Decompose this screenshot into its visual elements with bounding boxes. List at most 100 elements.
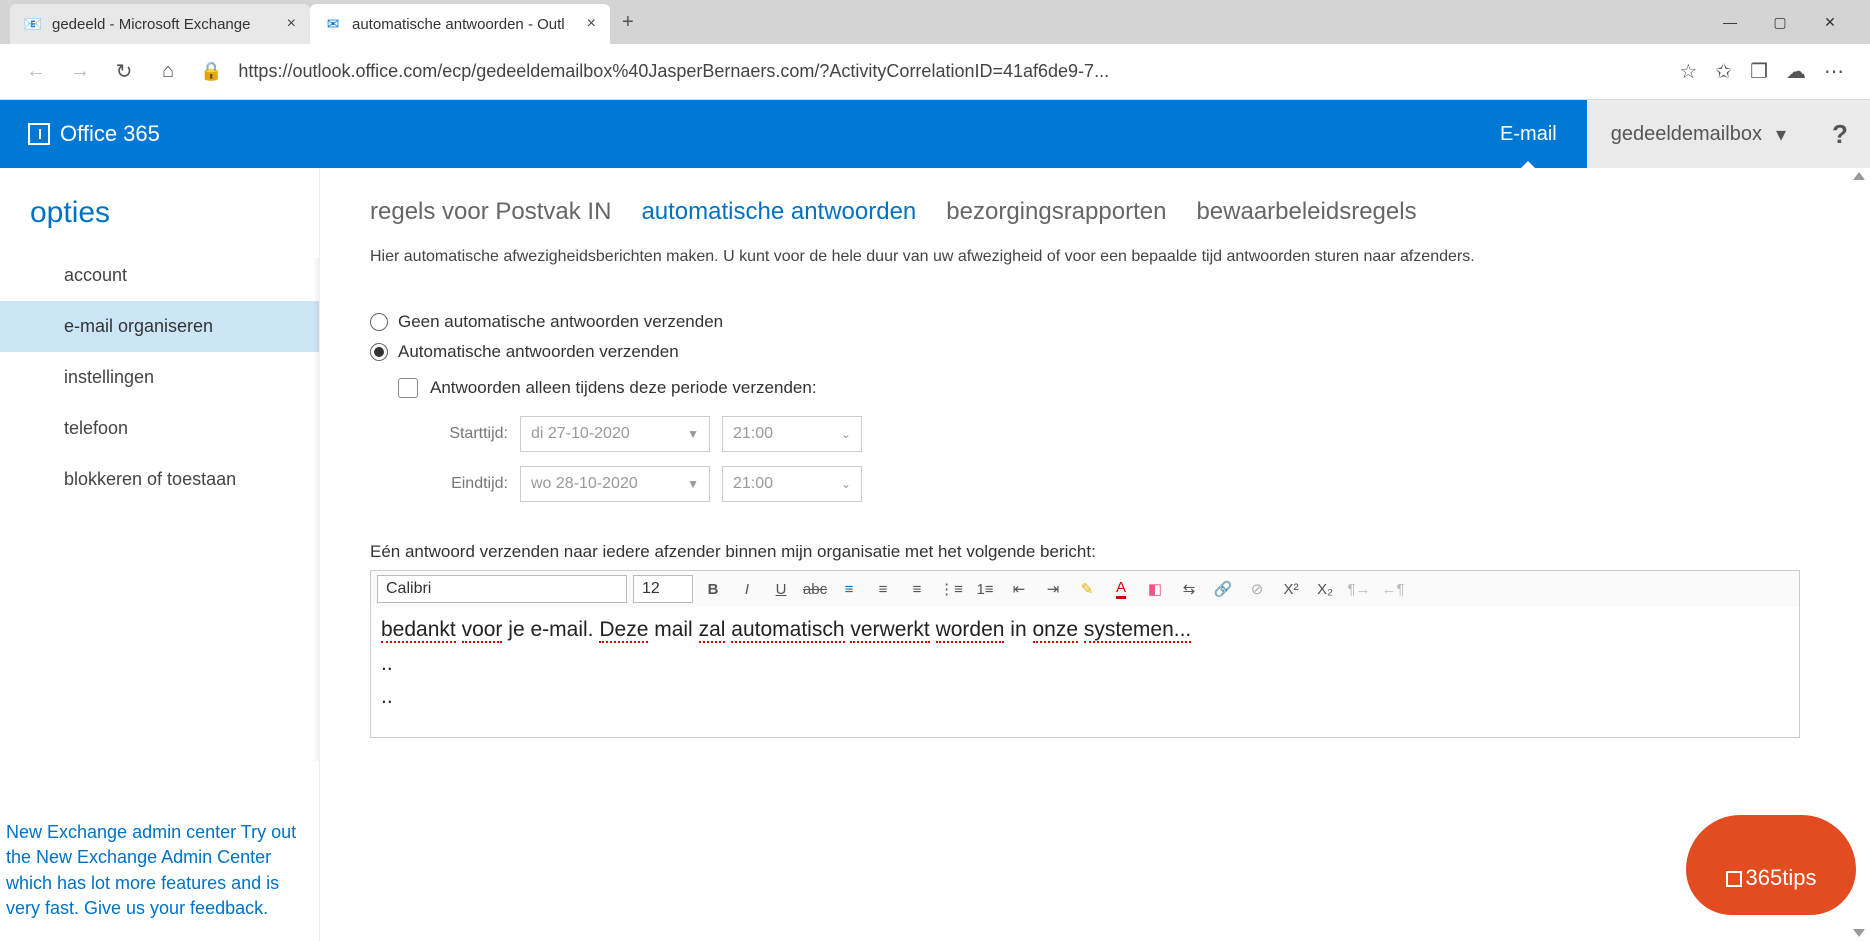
sidebar-title: opties [0, 196, 319, 250]
chevron-down-icon: ▼ [687, 477, 699, 491]
scroll-up-icon [1853, 172, 1865, 180]
radio-on[interactable]: Automatische antwoorden verzenden [370, 342, 1830, 362]
browser-tab-0[interactable]: 📧 gedeeld - Microsoft Exchange × [10, 4, 310, 44]
header-email-link[interactable]: E-mail [1470, 100, 1587, 168]
underline-button[interactable]: U [767, 575, 795, 603]
mail-favicon: 📧 [24, 15, 42, 33]
italic-button[interactable]: I [733, 575, 761, 603]
close-icon[interactable]: × [587, 15, 596, 33]
tips-badge[interactable]: 365tips [1686, 815, 1856, 915]
content-tabs: regels voor Postvak IN automatische antw… [370, 198, 1830, 226]
subscript-button[interactable]: X₂ [1311, 575, 1339, 603]
checkbox-period[interactable]: Antwoorden alleen tijdens deze periode v… [398, 378, 1830, 398]
collections-icon[interactable]: ❐ [1750, 59, 1768, 84]
tab-automatische-antwoorden[interactable]: automatische antwoorden [641, 198, 916, 226]
sidebar-scroll-indicator [313, 258, 319, 761]
more-icon[interactable]: ⋯ [1824, 59, 1844, 84]
close-icon[interactable]: × [287, 15, 296, 33]
minimize-icon[interactable]: — [1720, 14, 1740, 31]
lock-icon: 🔒 [200, 61, 222, 82]
outdent-button[interactable]: ⇤ [1005, 575, 1033, 603]
tab-bewaarbeleidsregels[interactable]: bewaarbeleidsregels [1196, 198, 1416, 226]
cloud-sync-icon[interactable]: ☁ [1786, 59, 1806, 84]
sidebar-item-account[interactable]: account [0, 250, 319, 301]
bullet-list-button[interactable]: ⋮≡ [937, 575, 965, 603]
clear-format-button[interactable]: ◧ [1141, 575, 1169, 603]
end-time-select[interactable]: 21:00 ⌄ [722, 466, 862, 502]
tab-title: gedeeld - Microsoft Exchange [52, 16, 277, 33]
chevron-down-icon: ⌄ [841, 477, 851, 491]
office365-logo[interactable]: Office 365 [0, 121, 188, 147]
maximize-icon[interactable]: ▢ [1770, 14, 1790, 31]
font-name-select[interactable]: Calibri [377, 575, 627, 603]
sidebar: opties account e-mail organiseren instel… [0, 168, 320, 941]
start-time-row: Starttijd: di 27-10-2020 ▼ 21:00 ⌄ [428, 416, 1830, 452]
indent-button[interactable]: ⇥ [1039, 575, 1067, 603]
browser-nav-bar: ← → ↻ ⌂ 🔒 https://outlook.office.com/ecp… [0, 44, 1870, 100]
sidebar-footer-link[interactable]: New Exchange admin center Try out the Ne… [6, 820, 299, 921]
font-size-select[interactable]: 12 [633, 575, 693, 603]
url-bar[interactable]: 🔒 https://outlook.office.com/ecp/gedeeld… [200, 61, 1669, 82]
brand-label: Office 365 [60, 121, 160, 147]
close-window-icon[interactable]: ✕ [1820, 14, 1840, 31]
sidebar-item-blokkeren[interactable]: blokkeren of toestaan [0, 454, 319, 505]
content-area: regels voor Postvak IN automatische antw… [320, 168, 1870, 941]
forward-button[interactable]: → [58, 50, 102, 94]
refresh-button[interactable]: ↻ [102, 50, 146, 94]
scrollbar[interactable] [1850, 168, 1868, 941]
end-date-select[interactable]: wo 28-10-2020 ▼ [520, 466, 710, 502]
sidebar-item-email-organiseren[interactable]: e-mail organiseren [0, 301, 319, 352]
editor-label: Eén antwoord verzenden naar iedere afzen… [370, 542, 1830, 562]
page-description: Hier automatische afwezigheidsberichten … [370, 248, 1830, 266]
checkbox-icon [398, 378, 418, 398]
align-center-button[interactable]: ≡ [869, 575, 897, 603]
outlook-favicon: ✉ [324, 15, 342, 33]
bold-button[interactable]: B [699, 575, 727, 603]
chevron-down-icon: ⌄ [841, 427, 851, 441]
office-icon [1726, 871, 1742, 887]
help-button[interactable]: ? [1810, 100, 1870, 168]
tab-bezorgingsrapporten[interactable]: bezorgingsrapporten [946, 198, 1166, 226]
end-label: Eindtijd: [428, 475, 508, 493]
url-text: https://outlook.office.com/ecp/gedeeldem… [238, 61, 1669, 82]
chevron-down-icon: ▼ [687, 427, 699, 441]
start-date-select[interactable]: di 27-10-2020 ▼ [520, 416, 710, 452]
insert-rule-button[interactable]: ⇆ [1175, 575, 1203, 603]
tab-strip: 📧 gedeeld - Microsoft Exchange × ✉ autom… [0, 0, 1870, 44]
rich-text-editor: Calibri 12 B I U abc ≡ ≡ ≡ ⋮≡ 1≡ ⇤ ⇥ ✎ A… [370, 570, 1800, 738]
new-tab-button[interactable]: + [610, 11, 646, 34]
scroll-down-icon [1853, 929, 1865, 937]
star-outline-icon[interactable]: ☆ [1679, 59, 1697, 84]
align-left-button[interactable]: ≡ [835, 575, 863, 603]
chevron-down-icon: ▾ [1776, 122, 1786, 147]
radio-off[interactable]: Geen automatische antwoorden verzenden [370, 312, 1830, 332]
favorites-icon[interactable]: ✩ [1715, 59, 1732, 84]
highlight-button[interactable]: ✎ [1073, 575, 1101, 603]
font-color-button[interactable]: A [1107, 575, 1135, 603]
ltr-button[interactable]: ¶→ [1345, 575, 1373, 603]
office365-header: Office 365 E-mail gedeeldemailbox ▾ ? [0, 100, 1870, 168]
header-user-menu[interactable]: gedeeldemailbox ▾ [1587, 100, 1810, 168]
editor-toolbar: Calibri 12 B I U abc ≡ ≡ ≡ ⋮≡ 1≡ ⇤ ⇥ ✎ A… [371, 571, 1799, 607]
back-button[interactable]: ← [14, 50, 58, 94]
browser-tab-1[interactable]: ✉ automatische antwoorden - Outl × [310, 4, 610, 44]
superscript-button[interactable]: X² [1277, 575, 1305, 603]
radio-icon [370, 313, 388, 331]
insert-link-button[interactable]: 🔗 [1209, 575, 1237, 603]
sidebar-item-instellingen[interactable]: instellingen [0, 352, 319, 403]
remove-link-button[interactable]: ⊘ [1243, 575, 1271, 603]
end-time-row: Eindtijd: wo 28-10-2020 ▼ 21:00 ⌄ [428, 466, 1830, 502]
office-icon [28, 123, 50, 145]
start-time-select[interactable]: 21:00 ⌄ [722, 416, 862, 452]
start-label: Starttijd: [428, 425, 508, 443]
tab-regels[interactable]: regels voor Postvak IN [370, 198, 611, 226]
editor-body[interactable]: bedankt voor je e-mail. Deze mail zal au… [371, 607, 1799, 737]
number-list-button[interactable]: 1≡ [971, 575, 999, 603]
rtl-button[interactable]: ←¶ [1379, 575, 1407, 603]
strikethrough-button[interactable]: abc [801, 575, 829, 603]
radio-checked-icon [370, 343, 388, 361]
align-right-button[interactable]: ≡ [903, 575, 931, 603]
tab-title: automatische antwoorden - Outl [352, 16, 577, 33]
home-button[interactable]: ⌂ [146, 50, 190, 94]
sidebar-item-telefoon[interactable]: telefoon [0, 403, 319, 454]
